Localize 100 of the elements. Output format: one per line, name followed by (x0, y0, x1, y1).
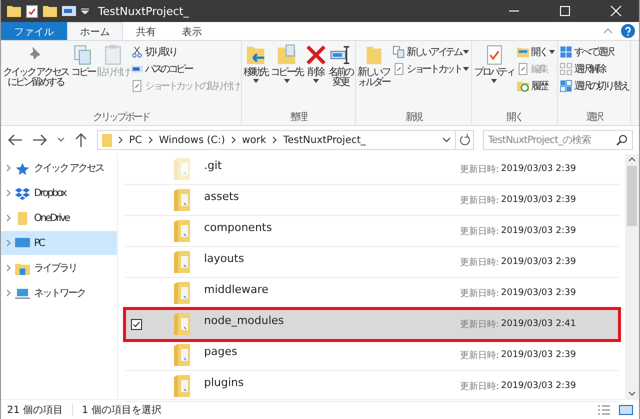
scrollbar-thumb[interactable] (627, 166, 637, 226)
ribbon-button[interactable]: 開く (516, 43, 556, 60)
up-icon[interactable] (74, 132, 88, 148)
item-count: 21 個の項目 (7, 404, 63, 416)
sidebar-item[interactable]: ネットワーク (1, 281, 117, 305)
chevron-icon[interactable] (6, 239, 11, 247)
folder-icon[interactable] (7, 5, 21, 17)
breadcrumb[interactable]: Windows (C:) (159, 134, 225, 146)
help-icon[interactable] (621, 24, 635, 38)
sidebar-item[interactable]: ライブラリ (1, 256, 117, 280)
caret-icon[interactable] (442, 137, 451, 143)
file-row[interactable]: layouts 更新日時: 2019/03/03 2:39 (125, 247, 619, 278)
file-row[interactable]: node_modules 更新日時: 2019/03/03 2:41 (125, 309, 619, 340)
window-title: TestNuxtProject_ (98, 4, 189, 18)
clipboard-icon (102, 44, 124, 66)
date-label: 更新日時: (460, 318, 499, 330)
ribbon-button[interactable]: 新しいフォルダー (356, 43, 391, 112)
ribbon-button[interactable]: 移動先 (242, 43, 269, 112)
file-name: layouts (204, 252, 244, 265)
chevron-icon[interactable] (6, 164, 11, 172)
collapse-icon[interactable] (603, 28, 613, 34)
details-view-icon[interactable] (598, 404, 610, 414)
caret-icon[interactable] (57, 137, 65, 143)
date-label: 更新日時: (460, 288, 499, 300)
refresh-icon[interactable] (456, 130, 474, 150)
chevron-icon (272, 136, 278, 144)
ribbon-button[interactable]: ショートカット (392, 60, 470, 77)
modified-date: 2019/03/03 2:39 (501, 164, 577, 174)
rename-icon[interactable] (62, 6, 76, 16)
ribbon-button[interactable]: 選択の切り替え (558, 77, 630, 94)
ribbon-button[interactable]: 新しいアイテム (392, 43, 470, 60)
copy-icon (72, 44, 94, 66)
ribbon-button[interactable]: 切り取り (130, 43, 240, 60)
checkbox[interactable] (131, 318, 142, 330)
date-label: 更新日時: (460, 350, 499, 362)
scroll-up-icon[interactable] (628, 157, 636, 162)
ribbon-button[interactable]: パスのコピー (130, 60, 240, 77)
chevron-icon[interactable] (6, 189, 11, 197)
shortcut-icon (392, 62, 405, 74)
ribbon-tab[interactable]: ホーム (67, 22, 123, 40)
ribbon-button[interactable]: クイック アクセスにピン留めする (2, 43, 69, 112)
library-icon (15, 262, 30, 274)
file-name: middleware (204, 283, 268, 296)
chevron-icon[interactable] (6, 214, 11, 222)
search-icon[interactable] (616, 134, 628, 146)
ribbon-button[interactable]: 削除 (304, 43, 327, 112)
sidebar-item[interactable]: OneDrive (1, 206, 117, 230)
ribbon-tab[interactable]: ファイル (1, 22, 67, 40)
properties-icon[interactable] (26, 4, 38, 18)
file-row[interactable]: pages 更新日時: 2019/03/03 2:39 (125, 340, 619, 371)
back-icon[interactable] (7, 133, 23, 147)
file-name: node_modules (204, 314, 284, 327)
folder-arrow-icon (244, 44, 267, 66)
breadcrumb[interactable]: work (242, 134, 266, 146)
ribbon-button[interactable]: プロパティ (473, 43, 516, 112)
date-label: 更新日時: (460, 380, 499, 392)
ribbon-button[interactable]: コピー先 (270, 43, 304, 112)
modified-date: 2019/03/03 2:39 (501, 226, 577, 236)
file-row[interactable]: .git 更新日時: 2019/03/03 2:39 (125, 154, 619, 185)
select-all-icon (560, 46, 572, 58)
modified-date: 2019/03/03 2:41 (501, 319, 577, 329)
folder-icon[interactable] (43, 5, 57, 17)
chevron-icon[interactable] (6, 264, 11, 272)
network-icon (15, 286, 30, 300)
chevron-icon[interactable] (6, 289, 11, 297)
scroll-down-icon[interactable] (628, 391, 636, 396)
date-label: 更新日時: (460, 194, 499, 206)
breadcrumb[interactable]: TestNuxtProject_ (283, 134, 366, 146)
forward-icon[interactable] (32, 133, 48, 147)
ribbon-button[interactable]: コピー (70, 43, 96, 112)
group-label: クリップボード (92, 112, 150, 125)
chevron-icon (118, 136, 123, 144)
file-row[interactable]: assets 更新日時: 2019/03/03 2:39 (125, 185, 619, 216)
chevron-icon (231, 136, 236, 144)
chevron-icon (148, 136, 154, 144)
address-field[interactable]: PC Windows (C:) work TestNuxtProject_ (97, 130, 456, 150)
ribbon-button[interactable]: 名前の変更 (328, 43, 354, 112)
breadcrumb[interactable]: PC (129, 134, 142, 146)
shortcut-icon (131, 80, 143, 92)
sidebar-item[interactable]: クイック アクセス (1, 156, 117, 180)
rename-icon (330, 44, 352, 66)
delete-icon (304, 44, 327, 66)
file-name: assets (204, 190, 240, 203)
ribbon-button[interactable]: 選択解除 (558, 60, 630, 77)
ribbon-button[interactable]: すべて選択 (558, 43, 630, 60)
file-row[interactable]: components 更新日時: 2019/03/03 2:39 (125, 216, 619, 247)
date-label: 更新日時: (460, 256, 499, 268)
search-field[interactable]: TestNuxtProject_の検索 (483, 130, 633, 150)
ribbon-button[interactable]: 履歴 (516, 77, 556, 94)
modified-date: 2019/03/03 2:39 (501, 257, 577, 267)
file-row[interactable]: plugins 更新日時: 2019/03/03 2:39 (125, 371, 619, 402)
file-name: components (204, 221, 272, 234)
star-icon (15, 162, 30, 174)
sidebar-item[interactable]: PC (1, 231, 117, 255)
dropbox-icon (15, 186, 30, 200)
date-label: 更新日時: (460, 164, 499, 176)
large-icons-view-icon[interactable] (619, 404, 633, 414)
modified-date: 2019/03/03 2:39 (501, 195, 577, 205)
scrollbar[interactable] (625, 154, 639, 399)
sidebar-item[interactable]: Dropbox (1, 181, 117, 205)
